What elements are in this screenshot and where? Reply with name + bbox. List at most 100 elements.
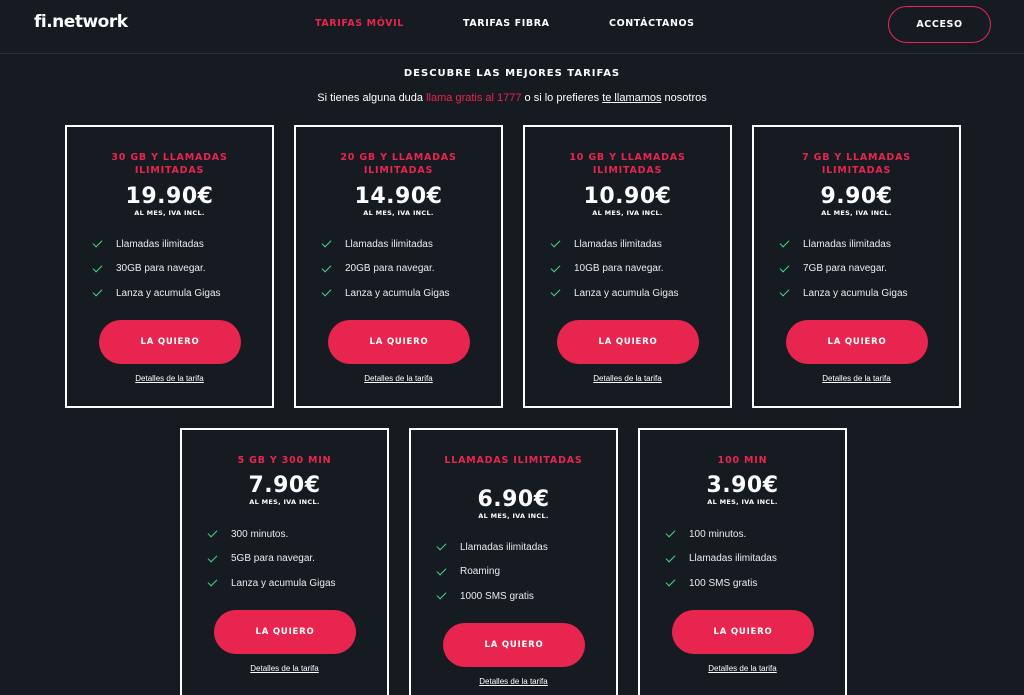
feature-item: Llamadas ilimitadas	[665, 552, 777, 566]
feature-item: Lanza y acumula Gigas	[779, 286, 908, 300]
feature-label: 1000 SMS gratis	[460, 590, 534, 602]
subtitle-text: o si lo prefieres	[521, 92, 603, 104]
tariff-price: 14.90€	[354, 184, 443, 209]
feature-label: Llamadas ilimitadas	[116, 238, 204, 250]
tariff-price: 9.90€	[820, 184, 893, 209]
check-icon	[436, 591, 449, 601]
tariff-card: 5 GB Y 300 MIN 7.90€ AL MES, IVA INCL. 300 …	[180, 428, 389, 695]
tariff-card: 20 GB Y LLAMADAS ILIMITADAS 14.90€ AL MES,…	[294, 125, 503, 408]
check-icon	[550, 288, 563, 298]
feature-label: 10GB para navegar.	[574, 263, 664, 274]
check-icon	[436, 567, 449, 577]
feature-label: Llamadas ilimitadas	[574, 238, 662, 250]
call-free-link[interactable]: llama gratis al 1777	[426, 92, 521, 104]
acceso-button[interactable]: ACCESO	[888, 6, 991, 43]
tariff-title: 7 GB Y LLAMADAS ILIMITADAS	[802, 152, 911, 176]
price-note: AL MES, IVA INCL.	[249, 498, 320, 506]
tariff-card: 100 MIN 3.90€ AL MES, IVA INCL. 100 minutos…	[638, 428, 847, 695]
feature-label: Lanza y acumula Gigas	[116, 287, 221, 299]
feature-item: Llamadas ilimitadas	[436, 540, 548, 554]
tariff-title: 5 GB Y 300 MIN	[237, 455, 332, 466]
tariff-title: 10 GB Y LLAMADAS ILIMITADAS	[569, 152, 686, 176]
check-icon	[207, 554, 220, 564]
tariff-card: LLAMADAS ILIMITADAS 6.90€ AL MES, IVA INCL…	[409, 428, 618, 695]
tariff-details-link[interactable]: Detalles de la tarifa	[640, 664, 845, 673]
feature-label: Llamadas ilimitadas	[689, 553, 777, 564]
feature-label: Lanza y acumula Gigas	[345, 287, 450, 299]
check-icon	[92, 288, 105, 298]
feature-label: Lanza y acumula Gigas	[231, 577, 336, 589]
check-icon	[321, 264, 334, 274]
feature-item: 20GB para navegar.	[321, 262, 435, 276]
check-icon	[665, 529, 678, 539]
feature-label: Llamadas ilimitadas	[345, 238, 433, 250]
feature-label: 30GB para navegar.	[116, 263, 206, 274]
tariff-price: 7.90€	[248, 473, 321, 498]
feature-item: 5GB para navegar.	[207, 552, 315, 566]
tariff-details-link[interactable]: Detalles de la tarifa	[525, 374, 730, 383]
feature-label: 5GB para navegar.	[231, 553, 315, 564]
tariff-details-link[interactable]: Detalles de la tarifa	[411, 677, 616, 686]
la-quiero-button[interactable]: LA QUIERO	[443, 623, 585, 667]
feature-label: 7GB para navegar.	[803, 263, 887, 274]
nav-tarifas-movil[interactable]: TARIFAS MÓVIL	[315, 18, 404, 29]
la-quiero-button[interactable]: LA QUIERO	[99, 320, 241, 364]
feature-item: Llamadas ilimitadas	[550, 237, 662, 251]
price-note: AL MES, IVA INCL.	[478, 512, 549, 520]
feature-label: Llamadas ilimitadas	[803, 238, 891, 250]
tariff-price: 19.90€	[125, 184, 214, 209]
la-quiero-button[interactable]: LA QUIERO	[557, 320, 699, 364]
tariff-details-link[interactable]: Detalles de la tarifa	[182, 664, 387, 673]
feature-label: 20GB para navegar.	[345, 263, 435, 274]
tariff-card: 7 GB Y LLAMADAS ILIMITADAS 9.90€ AL MES, I…	[752, 125, 961, 408]
check-icon	[321, 288, 334, 298]
feature-item: 10GB para navegar.	[550, 262, 664, 276]
tariff-title: 100 MIN	[717, 455, 768, 466]
tariff-price: 10.90€	[583, 184, 672, 209]
feature-item: Lanza y acumula Gigas	[92, 286, 221, 300]
feature-item: Llamadas ilimitadas	[779, 237, 891, 251]
check-icon	[665, 554, 678, 564]
tariff-price: 6.90€	[477, 487, 550, 512]
check-icon	[665, 578, 678, 588]
price-note: AL MES, IVA INCL.	[134, 209, 205, 217]
check-icon	[92, 239, 105, 249]
check-icon	[321, 239, 334, 249]
feature-item: Lanza y acumula Gigas	[550, 286, 679, 300]
feature-item: 300 minutos.	[207, 527, 288, 541]
la-quiero-button[interactable]: LA QUIERO	[786, 320, 928, 364]
feature-label: Lanza y acumula Gigas	[803, 287, 908, 299]
la-quiero-button[interactable]: LA QUIERO	[214, 610, 356, 654]
feature-item: 100 SMS gratis	[665, 576, 757, 590]
la-quiero-button[interactable]: LA QUIERO	[328, 320, 470, 364]
feature-item: Roaming	[436, 565, 500, 579]
tariff-title: LLAMADAS ILIMITADAS	[444, 455, 583, 466]
te-llamamos-link[interactable]: te llamamos	[602, 92, 661, 104]
nav-tarifas-fibra[interactable]: TARIFAS FIBRA	[463, 18, 550, 29]
check-icon	[92, 264, 105, 274]
feature-label: 100 SMS gratis	[689, 577, 758, 589]
feature-label: Lanza y acumula Gigas	[574, 287, 679, 299]
check-icon	[779, 288, 792, 298]
logo[interactable]: fi.network	[34, 12, 128, 32]
subtitle-text: Si tienes alguna duda	[317, 92, 427, 104]
la-quiero-button[interactable]: LA QUIERO	[672, 610, 814, 654]
feature-label: Roaming	[460, 566, 501, 577]
check-icon	[436, 542, 449, 552]
feature-item: 100 minutos.	[665, 527, 746, 541]
tariff-details-link[interactable]: Detalles de la tarifa	[296, 374, 501, 383]
feature-label: 100 minutos.	[689, 528, 747, 540]
tariff-title: 30 GB Y LLAMADAS ILIMITADAS	[111, 152, 228, 176]
tariff-details-link[interactable]: Detalles de la tarifa	[67, 374, 272, 383]
check-icon	[550, 239, 563, 249]
check-icon	[207, 578, 220, 588]
subtitle-text: nosotros	[661, 92, 707, 104]
feature-item: Llamadas ilimitadas	[92, 237, 204, 251]
site-header: fi.network TARIFAS MÓVIL TARIFAS FIBRA C…	[0, 0, 1024, 54]
check-icon	[779, 239, 792, 249]
price-note: AL MES, IVA INCL.	[707, 498, 778, 506]
nav-contactanos[interactable]: CONTÁCTANOS	[609, 18, 695, 29]
feature-label: 300 minutos.	[231, 528, 289, 540]
tariff-details-link[interactable]: Detalles de la tarifa	[754, 374, 959, 383]
tariff-price: 3.90€	[706, 473, 779, 498]
